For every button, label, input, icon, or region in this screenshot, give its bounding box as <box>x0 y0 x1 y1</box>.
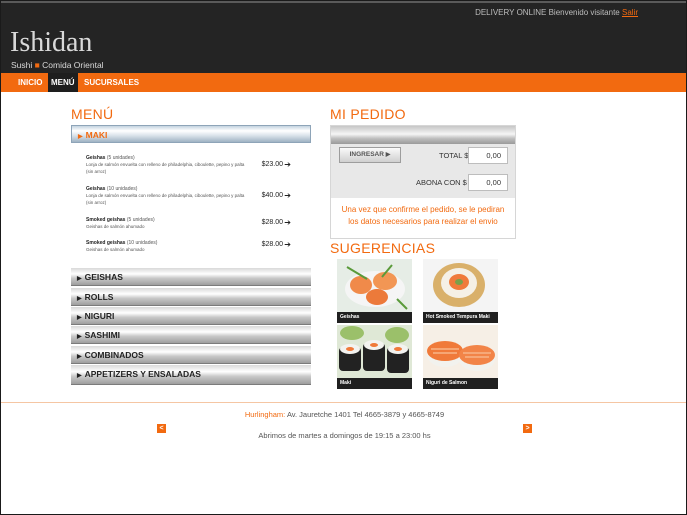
item-price: $23.00 <box>261 161 283 168</box>
category-label: COMBINADOS <box>84 350 144 360</box>
branch-city: Hurlingham: <box>244 410 286 419</box>
page-frame: DELIVERY ONLINE Bienvenido visitante Sal… <box>0 0 687 515</box>
branch-address-text: Av. Jauretche 1401 Tel 4665-3879 y 4665-… <box>286 410 445 419</box>
opening-hours: Abrimos de martes a domingos de 19:15 a … <box>258 431 431 440</box>
header: DELIVERY ONLINE Bienvenido visitante Sal… <box>1 1 686 73</box>
ingresar-label: INGRESAR <box>349 151 384 158</box>
suggestion-caption: Niguri de Salmon <box>423 378 498 389</box>
tagline-dot-icon: ■ <box>34 60 40 70</box>
category-label: GEISHAS <box>84 272 123 282</box>
delivery-text: DELIVERY ONLINE <box>475 8 547 17</box>
abona-label: ABONA CON $ <box>416 178 467 187</box>
order-message-line1: Una vez que confirme el pedido, se le pe… <box>341 205 505 214</box>
suggestion-niguri-salmon[interactable]: Niguri de Salmon <box>423 325 498 389</box>
order-message: Una vez que confirme el pedido, se le pe… <box>331 204 515 228</box>
total-label: TOTAL $ <box>439 151 469 160</box>
menu-item[interactable]: Smoked geishas (5 unidades) Geishas de s… <box>86 217 311 230</box>
branch-address: Hurlingham: Av. Jauretche 1401 Tel 4665-… <box>1 410 686 419</box>
category-maki[interactable]: ▶ MAKI <box>71 125 311 143</box>
category-combinados[interactable]: ▶ COMBINADOS <box>71 346 311 364</box>
order-header-bar <box>331 126 515 144</box>
chevron-right-icon: ▶ <box>385 152 391 158</box>
category-label: APPETIZERS Y ENSALADAS <box>84 369 201 379</box>
total-field[interactable] <box>468 147 508 164</box>
suggestion-geishas[interactable]: Geishas <box>337 259 412 323</box>
order-title: MI PEDIDO <box>330 106 406 122</box>
menu-item[interactable]: Geishas (10 unidades) Lonja de salmón en… <box>86 186 311 206</box>
item-price: $28.00 <box>261 219 283 226</box>
suggestion-caption: Hot Smoked Tempura Maki <box>423 312 498 323</box>
menu-title: MENÚ <box>71 106 114 122</box>
caret-right-icon: ▶ <box>78 134 83 140</box>
category-appetizers[interactable]: ▶ APPETIZERS Y ENSALADAS <box>71 365 311 385</box>
item-description: Lonja de salmón envuelta con relleno de … <box>86 193 245 205</box>
caret-right-icon: ▶ <box>77 276 82 282</box>
category-label: NIGURI <box>84 311 115 321</box>
category-label: MAKI <box>85 130 108 140</box>
caret-right-icon: ▶ <box>77 334 82 340</box>
item-description: Geishas de salmón ahumado <box>86 247 145 252</box>
tagline-left: Sushi <box>11 60 33 70</box>
caret-right-icon: ▶ <box>77 296 82 302</box>
ingresar-button[interactable]: INGRESAR ▶ <box>339 147 401 163</box>
order-panel: INGRESAR ▶ TOTAL $ ABONA CON $ Una vez q… <box>330 125 516 239</box>
caret-right-icon: ▶ <box>77 315 82 321</box>
add-arrow-icon[interactable]: ➔ <box>284 218 291 227</box>
main-nav: INICIO MENÚ SUCURSALES <box>1 73 686 92</box>
menu-item[interactable]: Geishas (5 unidades) Lonja de salmón env… <box>86 155 311 175</box>
nav-item-inicio[interactable]: INICIO <box>18 73 42 92</box>
abona-field[interactable] <box>468 174 508 191</box>
footer-divider <box>1 402 686 403</box>
suggestion-tempura-maki[interactable]: Hot Smoked Tempura Maki <box>423 259 498 323</box>
item-description: Geishas de salmón ahumado <box>86 224 145 229</box>
add-arrow-icon[interactable]: ➔ <box>284 160 291 169</box>
menu-item[interactable]: Smoked geishas (10 unidades) Geishas de … <box>86 240 311 253</box>
tagline-right: Comida Oriental <box>42 60 104 70</box>
add-arrow-icon[interactable]: ➔ <box>284 191 291 200</box>
suggestion-maki[interactable]: Maki <box>337 325 412 389</box>
item-price: $40.00 <box>261 192 283 199</box>
tagline: Sushi ■ Comida Oriental <box>11 60 104 70</box>
category-rolls[interactable]: ▶ ROLLS <box>71 288 311 306</box>
nav-item-menu[interactable]: MENÚ <box>48 73 78 92</box>
order-message-line2: los datos necesarios para realizar el en… <box>348 217 498 226</box>
suggestion-caption: Maki <box>337 378 412 389</box>
category-geishas[interactable]: ▶ GEISHAS <box>71 268 311 286</box>
suggestions-title: SUGERENCIAS <box>330 240 436 256</box>
nav-item-sucursales[interactable]: SUCURSALES <box>84 73 139 92</box>
caret-right-icon: ▶ <box>77 373 82 379</box>
add-arrow-icon[interactable]: ➔ <box>284 240 291 249</box>
item-description: Lonja de salmón envuelta con relleno de … <box>86 162 245 174</box>
category-label: SASHIMI <box>84 330 121 340</box>
category-label: ROLLS <box>84 292 114 302</box>
welcome-text: Bienvenido visitante <box>548 8 620 17</box>
category-niguri[interactable]: ▶ NIGURI <box>71 307 311 325</box>
logo[interactable]: Ishidan <box>10 27 92 59</box>
suggestion-caption: Geishas <box>337 312 412 323</box>
caret-right-icon: ▶ <box>77 354 82 360</box>
logout-link[interactable]: Salir <box>622 8 638 17</box>
category-sashimi[interactable]: ▶ SASHIMI <box>71 326 311 344</box>
top-links: DELIVERY ONLINE Bienvenido visitante Sal… <box>475 8 638 17</box>
item-price: $28.00 <box>261 241 283 248</box>
